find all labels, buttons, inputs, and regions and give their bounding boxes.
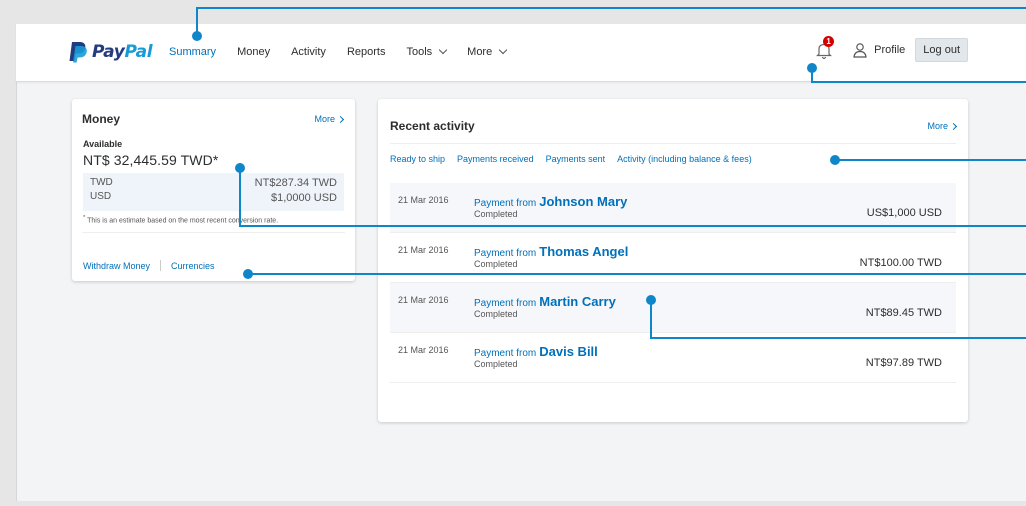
callout-marker: [646, 295, 656, 305]
callout-marker: [192, 31, 202, 41]
callout-marker: [807, 63, 817, 73]
callout-lines: [196, 7, 1026, 339]
callout-marker: [830, 155, 840, 165]
callout-marker: [243, 269, 253, 279]
callout-marker: [235, 163, 245, 173]
